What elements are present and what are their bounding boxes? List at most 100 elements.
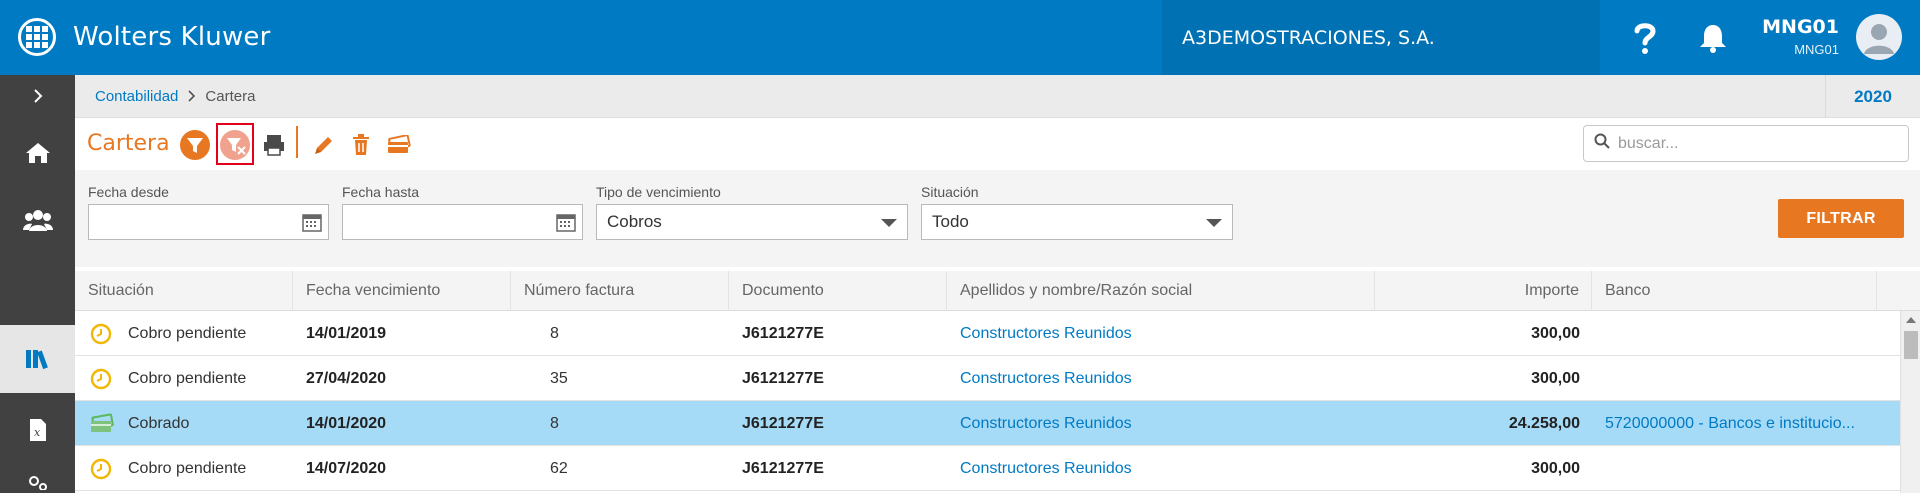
- scroll-thumb[interactable]: [1904, 331, 1918, 359]
- table-row[interactable]: Cobro pendiente 27/04/2020 35 J6121277E …: [75, 356, 1900, 401]
- importe-cell: 300,00: [1531, 369, 1580, 387]
- tipo-vencimiento-field: Tipo de vencimiento Cobros: [596, 184, 908, 240]
- table-row[interactable]: Cobro pendiente 14/01/2019 8 J6121277E C…: [75, 311, 1900, 356]
- numero-cell: 35: [550, 369, 568, 387]
- situacion-select[interactable]: Todo: [921, 204, 1233, 240]
- breadcrumb-bar: Contabilidad Cartera 2020: [75, 75, 1920, 118]
- breadcrumb-contabilidad[interactable]: Contabilidad: [95, 88, 178, 105]
- search-icon: [1594, 133, 1610, 154]
- payment-card-icon[interactable]: [384, 130, 414, 160]
- nombre-link[interactable]: Constructores Reunidos: [960, 401, 1360, 446]
- documento-cell: J6121277E: [742, 369, 824, 387]
- breadcrumb-separator-icon: [187, 89, 196, 105]
- money-icon: [90, 412, 114, 435]
- fecha-hasta-field: Fecha hasta: [342, 184, 583, 240]
- column-header-banco[interactable]: Banco: [1592, 271, 1877, 311]
- user-name: MNG01: [1762, 16, 1839, 38]
- clock-icon: [90, 323, 112, 345]
- logo-icon: [18, 18, 56, 56]
- tipo-vencimiento-value: Cobros: [607, 212, 662, 231]
- nombre-link[interactable]: Constructores Reunidos: [960, 356, 1360, 401]
- svg-text:x: x: [34, 426, 41, 439]
- table-scrollbar[interactable]: [1900, 311, 1920, 493]
- importe-cell: 300,00: [1531, 459, 1580, 477]
- filtrar-button[interactable]: FILTRAR: [1778, 199, 1904, 238]
- banco-link[interactable]: [1605, 311, 1885, 356]
- bell-icon[interactable]: [1697, 22, 1729, 54]
- fecha-cell: 14/01/2019: [306, 324, 387, 342]
- books-icon[interactable]: [0, 325, 75, 393]
- situacion-field: Situación Todo: [921, 184, 1233, 240]
- sidebar: x: [0, 75, 75, 493]
- fecha-desde-label: Fecha desde: [88, 184, 169, 200]
- situacion-cell: Cobro pendiente: [90, 356, 290, 401]
- situacion-text: Cobro pendiente: [128, 369, 247, 387]
- search-input[interactable]: [1618, 134, 1898, 153]
- company-selector[interactable]: A3DEMOSTRACIONES, S.A.: [1162, 0, 1600, 75]
- filter-panel: Fecha desde Fecha hasta Tipo de vencimie…: [75, 170, 1920, 267]
- top-bar: Wolters Kluwer A3DEMOSTRACIONES, S.A. MN…: [0, 0, 1920, 75]
- home-icon[interactable]: [0, 130, 75, 175]
- situacion-value: Todo: [932, 212, 969, 231]
- year-selector[interactable]: 2020: [1825, 75, 1920, 118]
- spreadsheet-icon[interactable]: x: [0, 405, 75, 455]
- toolbar-separator: [296, 126, 298, 158]
- user-info[interactable]: MNG01 MNG01: [1762, 16, 1839, 57]
- situacion-cell: Cobro pendiente: [90, 311, 290, 356]
- fecha-desde-input[interactable]: [88, 204, 329, 240]
- page-title: Cartera: [87, 131, 170, 156]
- scroll-up-icon[interactable]: [1906, 317, 1916, 323]
- table-row[interactable]: Cobro pendiente 14/07/2020 62 J6121277E …: [75, 446, 1900, 491]
- chevron-down-icon[interactable]: [881, 219, 897, 227]
- chevron-right-icon[interactable]: [0, 75, 75, 117]
- clear-filter-icon[interactable]: [220, 130, 250, 160]
- column-header-numero[interactable]: Número factura: [511, 271, 729, 311]
- avatar-icon[interactable]: [1856, 14, 1902, 60]
- fecha-hasta-label: Fecha hasta: [342, 184, 420, 200]
- table-row[interactable]: Cobrado 14/01/2020 8 J6121277E Construct…: [75, 401, 1900, 446]
- banco-link[interactable]: [1605, 356, 1885, 401]
- situacion-text: Cobrado: [128, 414, 190, 432]
- importe-cell: 300,00: [1531, 324, 1580, 342]
- user-subtitle: MNG01: [1794, 42, 1839, 57]
- tipo-vencimiento-select[interactable]: Cobros: [596, 204, 908, 240]
- calendar-icon[interactable]: [301, 211, 323, 233]
- nombre-link[interactable]: Constructores Reunidos: [960, 311, 1360, 356]
- situacion-text: Cobro pendiente: [128, 459, 247, 477]
- column-header-situacion[interactable]: Situación: [75, 271, 293, 311]
- tipo-vencimiento-label: Tipo de vencimiento: [596, 184, 721, 200]
- numero-cell: 62: [550, 459, 568, 477]
- toolbar: Cartera: [75, 118, 1920, 170]
- importe-cell: 24.258,00: [1508, 414, 1580, 432]
- column-header-nombre[interactable]: Apellidos y nombre/Razón social: [947, 271, 1375, 311]
- documento-cell: J6121277E: [742, 459, 824, 477]
- gears-icon[interactable]: [0, 467, 75, 493]
- nombre-link[interactable]: Constructores Reunidos: [960, 446, 1360, 491]
- table-header: Situación Fecha vencimiento Número factu…: [75, 271, 1920, 311]
- chevron-down-icon[interactable]: [1206, 219, 1222, 227]
- banco-link[interactable]: [1605, 446, 1885, 491]
- fecha-cell: 27/04/2020: [306, 369, 387, 387]
- numero-cell: 8: [550, 414, 559, 432]
- brand-name: Wolters Kluwer: [73, 22, 271, 52]
- filter-icon[interactable]: [180, 130, 210, 160]
- column-header-fecha[interactable]: Fecha vencimiento: [293, 271, 511, 311]
- edit-icon[interactable]: [309, 130, 339, 160]
- fecha-cell: 14/01/2020: [306, 414, 387, 432]
- clock-icon: [90, 458, 112, 480]
- column-header-importe[interactable]: Importe: [1375, 271, 1592, 311]
- print-icon[interactable]: [259, 130, 289, 160]
- calendar-icon[interactable]: [555, 211, 577, 233]
- column-header-documento[interactable]: Documento: [729, 271, 947, 311]
- help-icon[interactable]: [1630, 20, 1660, 56]
- search-box[interactable]: [1583, 125, 1909, 162]
- situacion-cell: Cobro pendiente: [90, 446, 290, 491]
- breadcrumb-current: Cartera: [205, 88, 256, 105]
- users-icon[interactable]: [0, 197, 75, 242]
- banco-link[interactable]: 5720000000 - Bancos e institucio...: [1605, 401, 1885, 446]
- numero-cell: 8: [550, 324, 559, 342]
- situacion-cell: Cobrado: [90, 401, 290, 446]
- brand[interactable]: Wolters Kluwer: [18, 18, 271, 56]
- fecha-hasta-input[interactable]: [342, 204, 583, 240]
- delete-icon[interactable]: [346, 130, 376, 160]
